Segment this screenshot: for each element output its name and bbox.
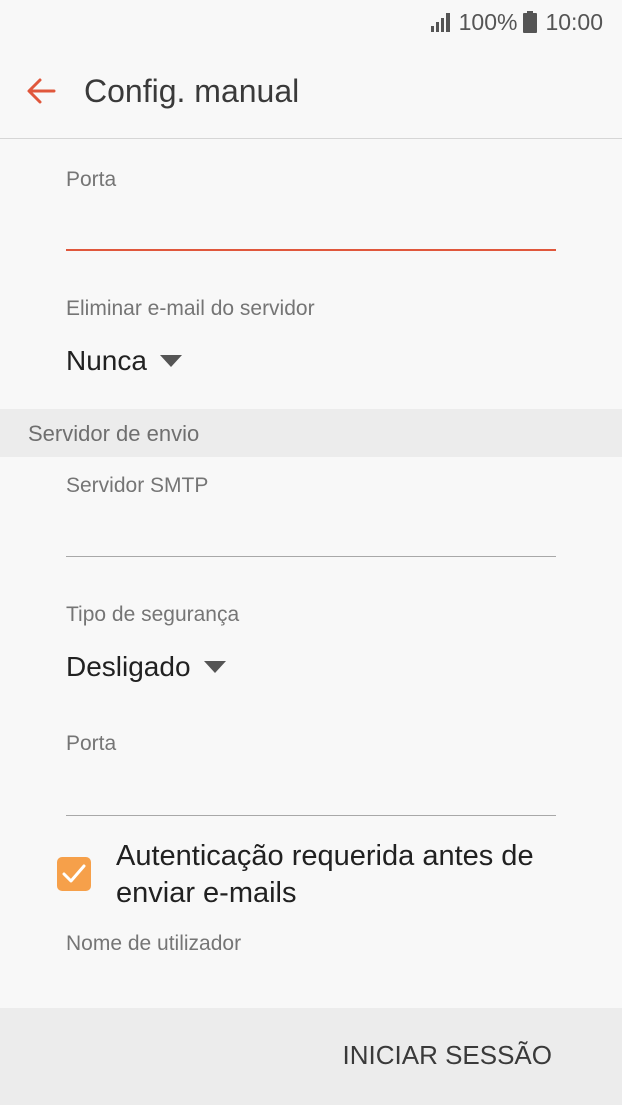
checkmark-icon (62, 864, 86, 883)
battery-icon (523, 11, 538, 33)
username-label: Nome de utilizador (66, 932, 242, 955)
login-button[interactable]: INICIAR SESSÃO (343, 1040, 553, 1071)
auth-required-checkbox[interactable] (57, 857, 91, 891)
bottom-action-bar: INICIAR SESSÃO (0, 1008, 622, 1105)
delete-email-label: Eliminar e-mail do servidor (66, 297, 315, 320)
clock: 10:00 (545, 8, 603, 35)
incoming-port-label: Porta (66, 168, 117, 191)
outgoing-port-underline (66, 815, 556, 816)
caret-down-icon (203, 661, 226, 673)
caret-down-icon (159, 355, 182, 367)
security-type-value: Desligado (66, 651, 191, 682)
page-title: Config. manual (84, 73, 300, 109)
section-header-outgoing: Servidor de envio (0, 409, 622, 457)
battery-percent: 100% (458, 8, 518, 35)
app-bar: Config. manual (0, 44, 622, 139)
status-indicators: 100% 10:00 (430, 8, 603, 36)
status-bar: 100% 10:00 (0, 0, 622, 44)
outgoing-port-label: Porta (66, 732, 117, 755)
screen: 100% 10:00 Config. manual Porta Eliminar… (0, 0, 622, 1105)
delete-email-value: Nunca (66, 345, 147, 376)
incoming-port-input[interactable] (66, 206, 556, 246)
smtp-server-input[interactable] (66, 512, 556, 552)
incoming-port-underline (66, 249, 556, 251)
security-type-label: Tipo de segurança (66, 603, 240, 626)
smtp-server-underline (66, 556, 556, 557)
delete-email-dropdown[interactable]: Nunca (66, 341, 183, 381)
signal-icon (430, 13, 450, 32)
auth-required-label: Autenticação requerida antes de enviar e… (116, 840, 534, 909)
section-title: Servidor de envio (28, 421, 200, 446)
outgoing-port-input[interactable] (66, 771, 556, 811)
smtp-server-label: Servidor SMTP (66, 474, 209, 497)
security-type-dropdown[interactable]: Desligado (66, 647, 227, 687)
arrow-back-icon[interactable] (25, 75, 57, 107)
